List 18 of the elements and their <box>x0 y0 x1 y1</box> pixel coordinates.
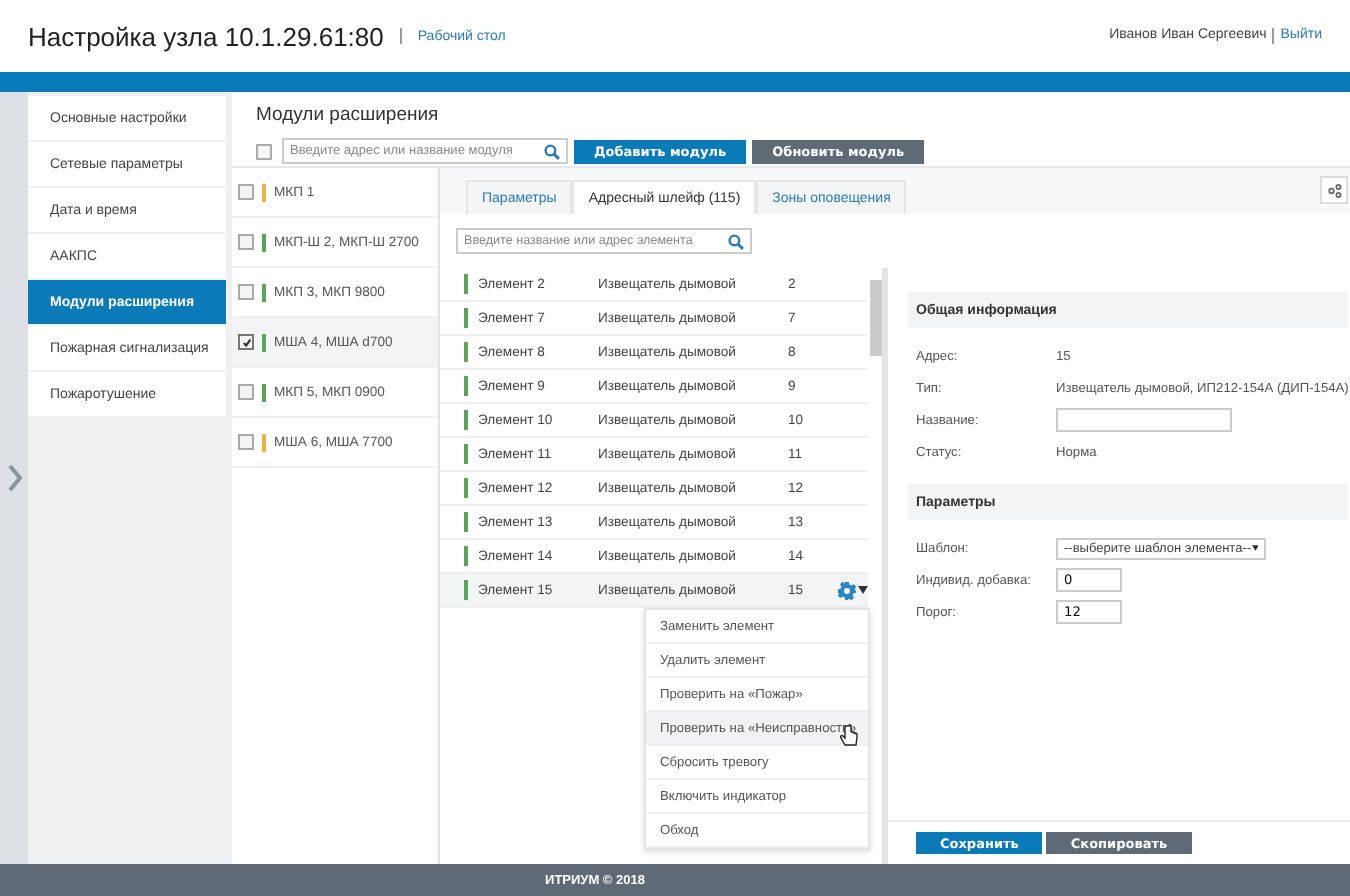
checkbox[interactable] <box>238 384 254 400</box>
input-field[interactable] <box>1056 408 1232 432</box>
share-button[interactable] <box>1320 176 1349 204</box>
share-icon <box>1327 183 1342 197</box>
section-title: Модули расширения <box>256 104 441 126</box>
search-icon[interactable] <box>544 143 560 159</box>
checkbox[interactable] <box>256 143 272 159</box>
chevron-right-icon[interactable] <box>7 464 21 492</box>
checkbox[interactable] <box>238 434 254 450</box>
checkbox[interactable] <box>238 184 254 200</box>
caret-icon[interactable] <box>858 586 868 594</box>
caret-icon <box>1251 544 1258 552</box>
checkbox[interactable] <box>238 334 254 350</box>
page-title: Настройка узла 10.1.29.61:80 <box>28 21 384 51</box>
search-icon[interactable] <box>728 233 744 249</box>
gear-icon[interactable] <box>838 581 856 599</box>
checkbox[interactable] <box>238 234 254 250</box>
checkbox[interactable] <box>238 284 254 300</box>
